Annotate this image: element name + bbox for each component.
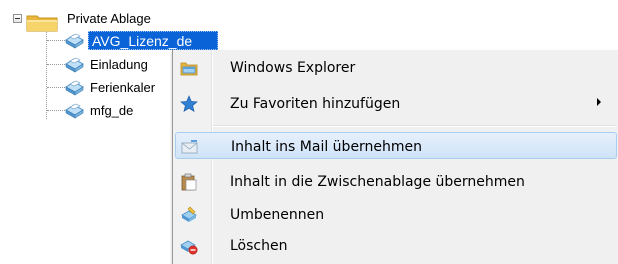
- document-icon: [65, 103, 84, 119]
- document-icon: [65, 80, 84, 96]
- menu-item-label: Umbenennen: [230, 207, 325, 223]
- menu-item-label: Zu Favoriten hinzufügen: [230, 96, 401, 112]
- tree-connector-line: [47, 40, 65, 41]
- menu-item-label: Windows Explorer: [230, 60, 356, 76]
- tree-item-ferienkalender[interactable]: Ferienkaler: [90, 80, 155, 96]
- delete-icon: [180, 240, 198, 255]
- document-icon: [65, 57, 84, 73]
- tree-item-label: AVG_Lizenz_de: [92, 33, 193, 49]
- document-icon: [65, 33, 84, 49]
- menu-item-delete[interactable]: Löschen: [175, 232, 617, 259]
- tree-root-label[interactable]: Private Ablage: [67, 11, 151, 27]
- menu-divider: [213, 125, 617, 127]
- tree-item-avg-lizenz-de[interactable]: AVG_Lizenz_de: [88, 31, 218, 50]
- tree-connector-line: [47, 64, 65, 65]
- star-icon: [180, 95, 198, 113]
- menu-item-content-to-clipboard[interactable]: Inhalt in die Zwischenablage übernehmen: [175, 168, 617, 195]
- tree-connector-line: [47, 87, 65, 88]
- submenu-arrow-icon: [597, 98, 601, 106]
- rename-icon: [181, 206, 197, 222]
- mail-icon: [181, 140, 198, 154]
- menu-item-windows-explorer[interactable]: Windows Explorer: [175, 54, 617, 81]
- collapse-icon[interactable]: [13, 14, 22, 23]
- menu-item-label: Inhalt in die Zwischenablage übernehmen: [230, 174, 525, 190]
- menu-item-label: Inhalt ins Mail übernehmen: [231, 139, 423, 155]
- windows-explorer-icon: [180, 62, 198, 76]
- menu-item-rename[interactable]: Umbenennen: [175, 201, 617, 228]
- folder-icon: [26, 15, 58, 32]
- clipboard-icon: [181, 173, 197, 191]
- tree-item-einladung[interactable]: Einladung: [90, 57, 148, 73]
- menu-item-add-to-favorites[interactable]: Zu Favoriten hinzufügen: [175, 90, 617, 117]
- menu-item-label: Löschen: [230, 238, 288, 254]
- tree-connector-line: [47, 110, 65, 111]
- menu-item-content-to-mail[interactable]: Inhalt ins Mail übernehmen: [175, 132, 617, 159]
- context-menu: Windows Explorer Zu Favoriten hinzufügen…: [172, 50, 618, 264]
- tree-item-mfg-de[interactable]: mfg_de: [90, 103, 133, 119]
